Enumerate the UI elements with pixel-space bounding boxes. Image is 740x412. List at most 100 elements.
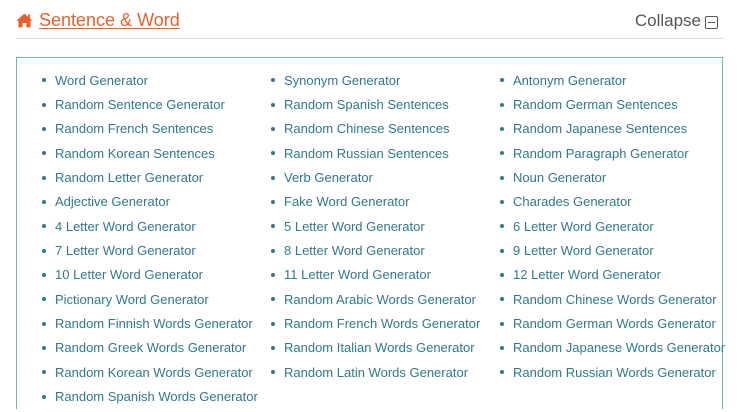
collapse-button[interactable]: Collapse (635, 11, 718, 31)
generator-link[interactable]: Random Latin Words Generator (270, 360, 499, 384)
bullet-icon (500, 272, 504, 277)
bullet-icon (271, 151, 275, 156)
generator-link-label[interactable]: Random Chinese Words Generator (513, 292, 717, 307)
generator-link-label[interactable]: Antonym Generator (513, 73, 626, 88)
generator-link[interactable]: Random German Words Generator (499, 311, 728, 335)
generator-link[interactable]: Fake Word Generator (270, 190, 499, 214)
generator-link[interactable]: 4 Letter Word Generator (41, 214, 270, 238)
generator-link[interactable]: 5 Letter Word Generator (270, 214, 499, 238)
bullet-icon (500, 248, 504, 253)
generator-link-label[interactable]: 6 Letter Word Generator (513, 219, 654, 234)
bullet-icon (271, 224, 275, 229)
generator-link[interactable]: Charades Generator (499, 190, 728, 214)
generator-link-label[interactable]: 7 Letter Word Generator (55, 243, 196, 258)
generator-link[interactable]: 9 Letter Word Generator (499, 238, 728, 262)
generator-link[interactable]: Random Japanese Sentences (499, 117, 728, 141)
generator-link-label[interactable]: Random Russian Words Generator (513, 365, 716, 380)
generator-link-label[interactable]: Random Latin Words Generator (284, 365, 468, 380)
generator-link-label[interactable]: Pictionary Word Generator (55, 292, 209, 307)
bullet-icon (500, 224, 504, 229)
generator-link[interactable]: 12 Letter Word Generator (499, 263, 728, 287)
generator-link-label[interactable]: 11 Letter Word Generator (284, 267, 431, 282)
generator-link[interactable]: Random Arabic Words Generator (270, 287, 499, 311)
generator-link[interactable]: Random Chinese Words Generator (499, 287, 728, 311)
generator-link[interactable]: Random French Words Generator (270, 311, 499, 335)
generator-link-label[interactable]: Random French Words Generator (284, 316, 480, 331)
minus-square-icon[interactable] (705, 15, 718, 29)
generator-link[interactable]: Random Finnish Words Generator (41, 311, 270, 335)
generator-link[interactable]: Noun Generator (499, 165, 728, 189)
collapse-label[interactable]: Collapse (635, 11, 701, 31)
generator-link[interactable]: 11 Letter Word Generator (270, 263, 499, 287)
generator-link[interactable]: 8 Letter Word Generator (270, 238, 499, 262)
generator-link[interactable]: Synonym Generator (270, 68, 499, 92)
generator-link-label[interactable]: Random Greek Words Generator (55, 340, 246, 355)
generator-link-label[interactable]: 12 Letter Word Generator (513, 267, 661, 282)
generator-link[interactable]: 10 Letter Word Generator (41, 263, 270, 287)
generator-link[interactable]: Random Spanish Words Generator (41, 384, 270, 408)
generator-link-label[interactable]: Random Spanish Sentences (284, 97, 449, 112)
generator-link-label[interactable]: Random German Words Generator (513, 316, 716, 331)
generator-link[interactable]: Random Italian Words Generator (270, 336, 499, 360)
bullet-icon (42, 394, 46, 399)
generator-link-label[interactable]: Random Korean Sentences (55, 146, 215, 161)
generator-link[interactable]: Random Russian Words Generator (499, 360, 728, 384)
generator-link-label[interactable]: Random German Sentences (513, 97, 678, 112)
generator-link-label[interactable]: Random Japanese Words Generator (513, 340, 725, 355)
section-title[interactable]: Sentence & Word (16, 10, 180, 31)
generator-link[interactable]: Random French Sentences (41, 117, 270, 141)
generator-link[interactable]: Random Chinese Sentences (270, 117, 499, 141)
bullet-icon (42, 175, 46, 180)
generator-link-label[interactable]: 10 Letter Word Generator (55, 267, 203, 282)
bullet-icon (42, 78, 46, 83)
generator-link-label[interactable]: Noun Generator (513, 170, 606, 185)
generator-link-label[interactable]: Random Letter Generator (55, 170, 203, 185)
generator-link-label[interactable]: Random Arabic Words Generator (284, 292, 476, 307)
generator-link-label[interactable]: Random Sentence Generator (55, 97, 225, 112)
generator-link-label[interactable]: Random Japanese Sentences (513, 121, 687, 136)
bullet-icon (271, 126, 275, 131)
generator-link[interactable]: Random Russian Sentences (270, 141, 499, 165)
generator-link[interactable]: Random Japanese Words Generator (499, 336, 728, 360)
generator-link-label[interactable]: Random Paragraph Generator (513, 146, 689, 161)
generator-link[interactable]: Antonym Generator (499, 68, 728, 92)
generator-link-label[interactable]: 4 Letter Word Generator (55, 219, 196, 234)
generator-link-label[interactable]: Random Spanish Words Generator (55, 389, 258, 404)
generator-link[interactable]: Adjective Generator (41, 190, 270, 214)
generator-link-label[interactable]: Random Chinese Sentences (284, 121, 450, 136)
bullet-icon (500, 175, 504, 180)
bullet-icon (42, 126, 46, 131)
generator-link-label[interactable]: 9 Letter Word Generator (513, 243, 654, 258)
generator-link-label[interactable]: Synonym Generator (284, 73, 400, 88)
generator-link-label[interactable]: Random Korean Words Generator (55, 365, 253, 380)
generator-link[interactable]: 6 Letter Word Generator (499, 214, 728, 238)
generator-link-label[interactable]: Random Finnish Words Generator (55, 316, 253, 331)
generator-link-label[interactable]: Random Russian Sentences (284, 146, 449, 161)
bullet-icon (271, 78, 275, 83)
generator-link-label[interactable]: Charades Generator (513, 194, 632, 209)
generator-link-label[interactable]: 8 Letter Word Generator (284, 243, 425, 258)
generator-link[interactable]: Word Generator (41, 68, 270, 92)
generator-link-label[interactable]: Fake Word Generator (284, 194, 409, 209)
bullet-icon (271, 102, 275, 107)
generator-link[interactable]: Random Sentence Generator (41, 92, 270, 116)
generator-link[interactable]: Random Greek Words Generator (41, 336, 270, 360)
generator-link-label[interactable]: Word Generator (55, 73, 148, 88)
generator-link[interactable]: Pictionary Word Generator (41, 287, 270, 311)
generator-link[interactable]: Random Korean Sentences (41, 141, 270, 165)
generator-link[interactable]: Random German Sentences (499, 92, 728, 116)
generator-link[interactable]: Random Letter Generator (41, 165, 270, 189)
generator-link-label[interactable]: Adjective Generator (55, 194, 170, 209)
generator-link[interactable]: Verb Generator (270, 165, 499, 189)
generator-link-label[interactable]: 5 Letter Word Generator (284, 219, 425, 234)
generator-link[interactable]: Random Korean Words Generator (41, 360, 270, 384)
generator-link-label[interactable]: Verb Generator (284, 170, 373, 185)
bullet-icon (500, 102, 504, 107)
bullet-icon (271, 370, 275, 375)
generator-link-label[interactable]: Random Italian Words Generator (284, 340, 475, 355)
generator-link[interactable]: 7 Letter Word Generator (41, 238, 270, 262)
section-title-link[interactable]: Sentence & Word (39, 10, 180, 31)
generator-link[interactable]: Random Spanish Sentences (270, 92, 499, 116)
generator-link[interactable]: Random Paragraph Generator (499, 141, 728, 165)
generator-link-label[interactable]: Random French Sentences (55, 121, 213, 136)
